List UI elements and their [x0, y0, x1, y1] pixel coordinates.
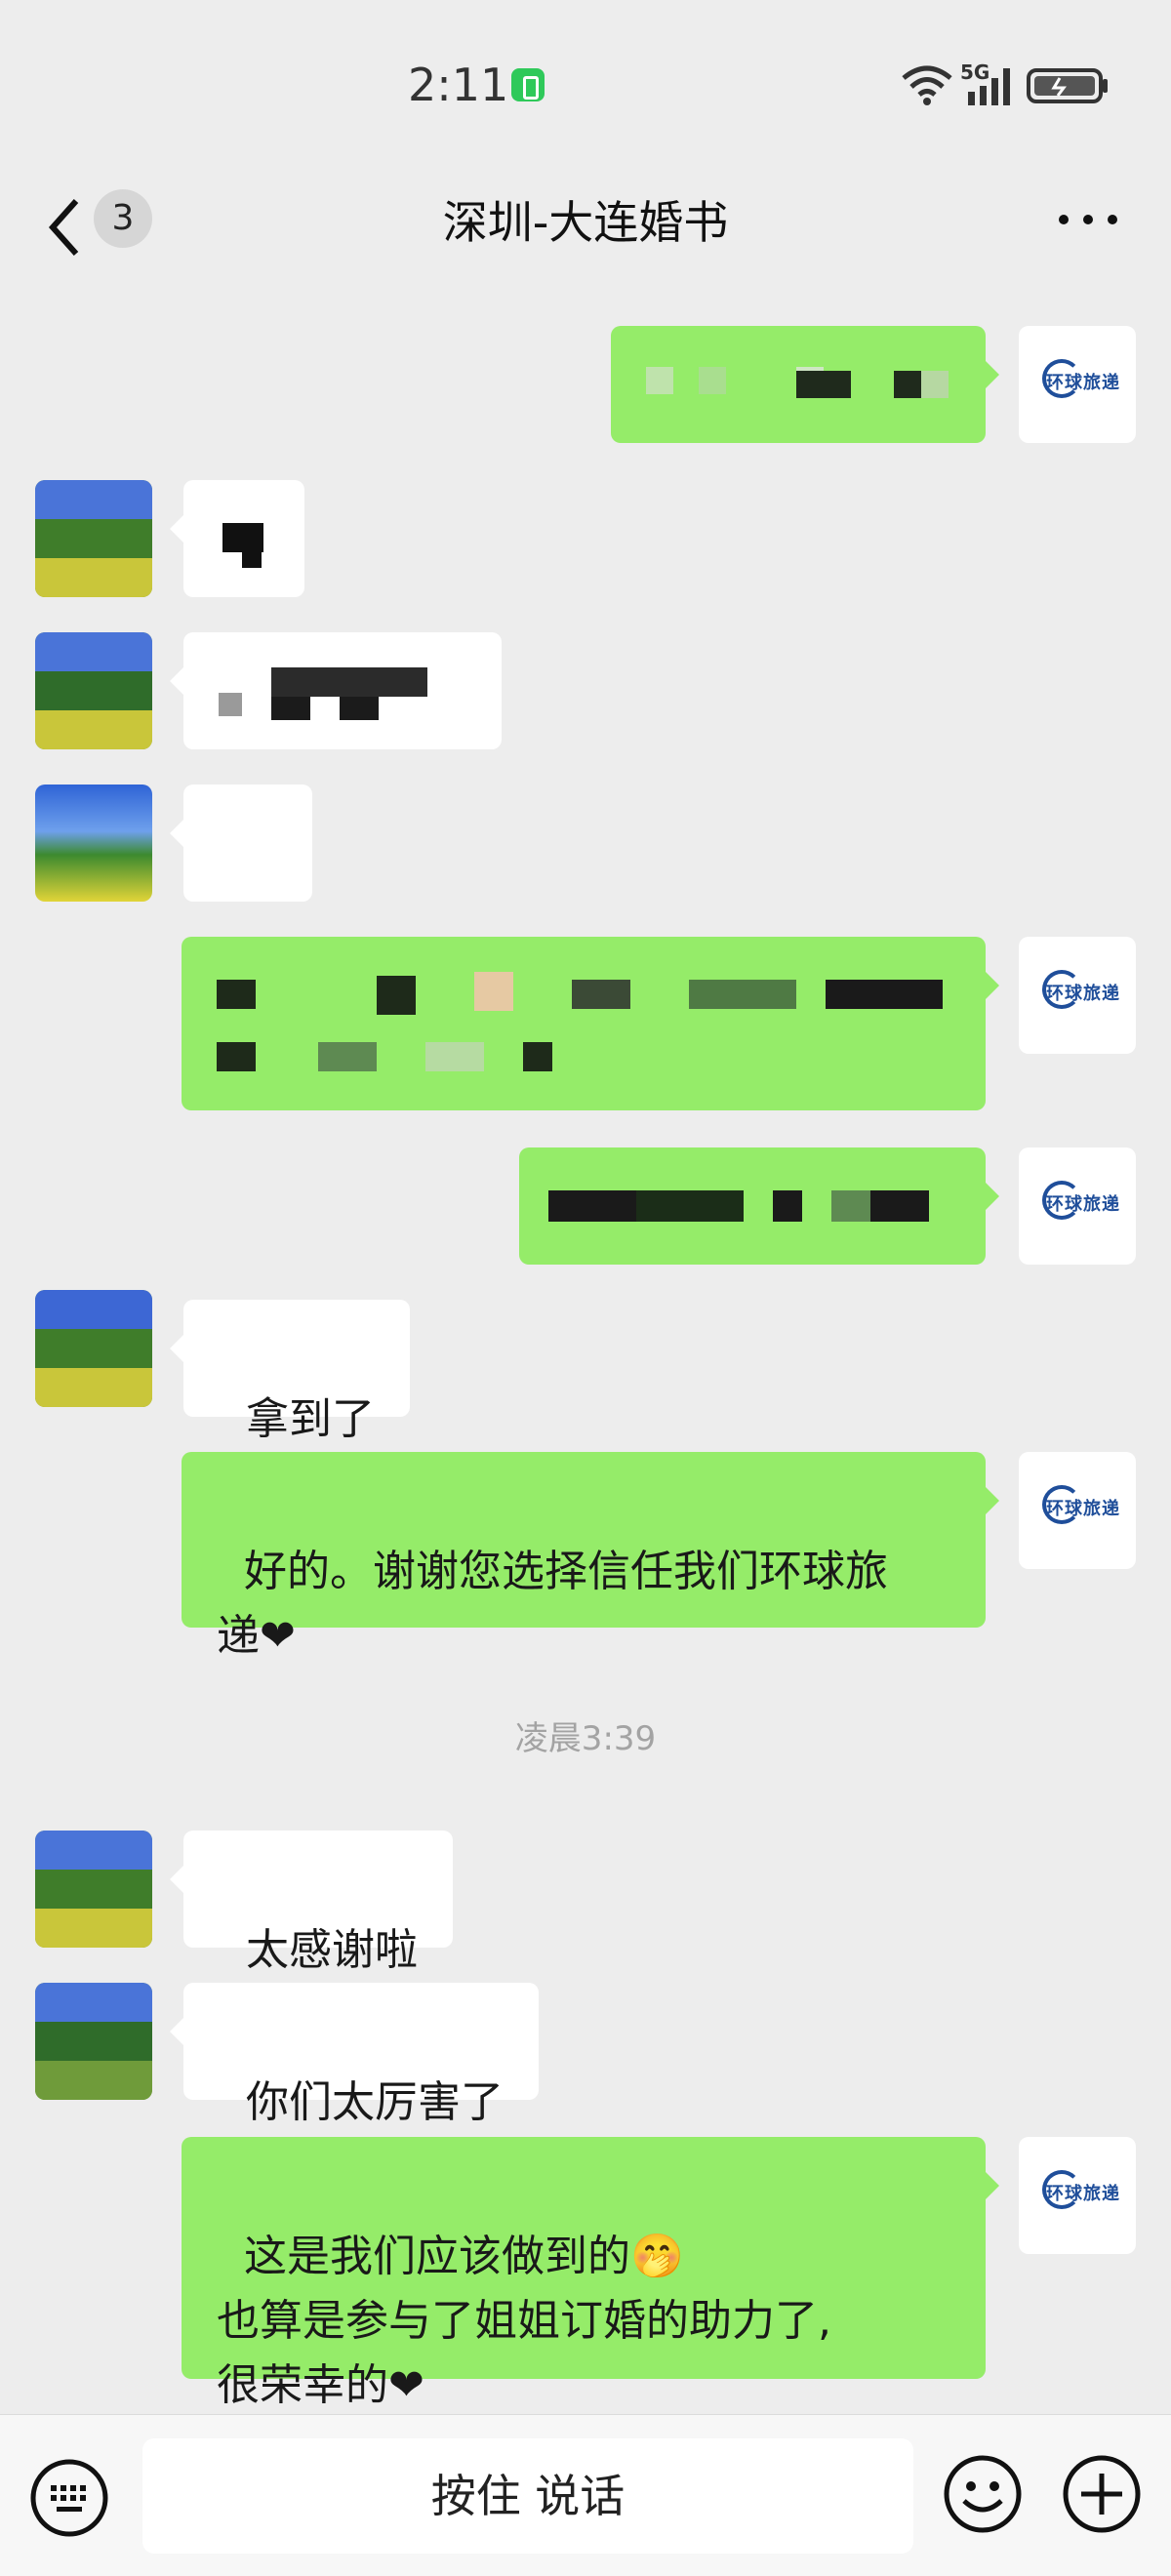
- pixelated-text: [826, 980, 943, 1009]
- unread-badge[interactable]: 3: [94, 189, 152, 248]
- status-time: 2:11: [408, 59, 509, 111]
- message-text: 这是我们应该做到的🤭 也算是参与了姐姐订婚的助力了, 很荣幸的❤: [217, 2232, 831, 2410]
- chat-title: 深圳-大连婚书: [442, 196, 729, 249]
- pixelated-text: [523, 1042, 552, 1071]
- company-logo: 环球旅递: [1046, 984, 1120, 1004]
- avatar[interactable]: [35, 785, 152, 902]
- message-text: 好的。谢谢您选择信任我们环球旅 递❤: [217, 1547, 888, 1661]
- message-bubble[interactable]: [182, 937, 999, 1110]
- pixelated-text: [217, 980, 256, 1009]
- message-bubble[interactable]: 好的。谢谢您选择信任我们环球旅 递❤: [182, 1452, 999, 1661]
- avatar[interactable]: [35, 1831, 152, 1948]
- pixelated-text: [318, 1042, 377, 1071]
- hold-to-talk-button[interactable]: 按住 说话: [142, 2438, 913, 2554]
- pixelated-text: [921, 371, 949, 398]
- message-timestamp: 凌晨3:39: [514, 1719, 657, 1758]
- pixelated-text: [425, 1042, 484, 1071]
- pixelated-text: [271, 667, 427, 697]
- pixelated-text: [689, 980, 796, 1009]
- message-text: 拿到了: [245, 1394, 375, 1444]
- avatar[interactable]: 环球旅递: [1019, 1147, 1136, 1265]
- pixelated-text: [340, 697, 379, 720]
- pixelated-text: [271, 697, 310, 720]
- avatar[interactable]: 环球旅递: [1019, 326, 1136, 443]
- battery-saver-icon: [511, 68, 545, 101]
- avatar[interactable]: 环球旅递: [1019, 937, 1136, 1054]
- message-bubble[interactable]: 拿到了: [170, 1300, 410, 1444]
- message-bubble[interactable]: 这是我们应该做到的🤭 也算是参与了姐姐订婚的助力了, 很荣幸的❤: [182, 2137, 999, 2410]
- message-bubble[interactable]: [519, 1147, 999, 1265]
- company-logo: 环球旅递: [1046, 1194, 1120, 1215]
- message-text: 太感谢啦: [245, 1925, 418, 1975]
- battery-icon: [1027, 68, 1108, 103]
- pixelated-text: [222, 523, 263, 552]
- message-bubble[interactable]: [611, 326, 999, 443]
- status-bar: 2:11 5G: [0, 0, 1171, 166]
- pixelated-text: [894, 371, 921, 398]
- message-bubble[interactable]: 太感谢啦: [170, 1831, 453, 1975]
- plus-icon[interactable]: [1062, 2454, 1142, 2534]
- pixelated-text: [646, 367, 673, 394]
- emoji-icon[interactable]: [943, 2454, 1023, 2534]
- avatar[interactable]: [35, 480, 152, 597]
- pixelated-text: [572, 980, 630, 1009]
- avatar[interactable]: [35, 1983, 152, 2100]
- back-icon[interactable]: [43, 195, 88, 260]
- pixelated-text: [242, 552, 262, 568]
- pixelated-text: [636, 1190, 744, 1222]
- pixelated-text: [699, 367, 726, 394]
- more-icon[interactable]: [1054, 205, 1122, 234]
- pixelated-text: [773, 1190, 802, 1222]
- avatar[interactable]: 环球旅递: [1019, 1452, 1136, 1569]
- message-text: 你们太厉害了: [245, 2077, 504, 2127]
- pixelated-text: [831, 1190, 870, 1222]
- pixelated-text: [217, 1042, 256, 1071]
- input-bar: 按住 说话: [0, 2414, 1171, 2576]
- pixelated-text: [548, 1190, 636, 1222]
- keyboard-icon[interactable]: [29, 2458, 109, 2538]
- message-bubble[interactable]: 你们太厉害了: [170, 1983, 539, 2127]
- message-bubble[interactable]: [170, 480, 304, 597]
- message-bubble[interactable]: 😭: [170, 785, 312, 992]
- avatar[interactable]: [35, 632, 152, 749]
- avatar[interactable]: [35, 1290, 152, 1407]
- pixelated-text: [377, 976, 416, 1015]
- pixelated-text: [219, 693, 242, 716]
- message-bubble[interactable]: [170, 632, 502, 749]
- avatar[interactable]: 环球旅递: [1019, 2137, 1136, 2254]
- pixelated-text: [870, 1190, 929, 1222]
- pixelated-text: [796, 371, 851, 398]
- signal-icon: [968, 68, 1010, 105]
- wifi-icon: [902, 65, 952, 105]
- company-logo: 环球旅递: [1046, 2184, 1120, 2204]
- company-logo: 环球旅递: [1046, 1499, 1120, 1519]
- company-logo: 环球旅递: [1046, 373, 1120, 393]
- pixelated-text: [474, 972, 513, 1011]
